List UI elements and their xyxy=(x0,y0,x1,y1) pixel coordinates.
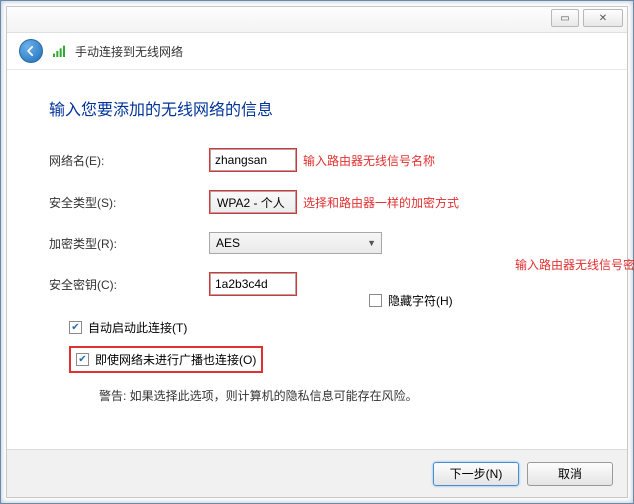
connect-hidden-checkbox[interactable]: ✔ xyxy=(76,353,89,366)
back-button[interactable] xyxy=(19,39,43,63)
label-network-name: 网络名(E): xyxy=(49,152,209,169)
warning-text: 警告: 如果选择此选项，则计算机的隐私信息可能存在风险。 xyxy=(99,387,585,404)
encryption-type-value: AES xyxy=(216,236,240,250)
wifi-icon xyxy=(51,43,67,59)
label-encryption-type: 加密类型(R): xyxy=(49,235,209,252)
highlight-security-key xyxy=(209,272,297,296)
security-type-select[interactable]: WPA2 - 个人 xyxy=(210,191,296,213)
label-security-type: 安全类型(S): xyxy=(49,194,209,211)
highlight-security-type: WPA2 - 个人 xyxy=(209,190,297,214)
dialog-window: ▭ ✕ 手动连接到无线网络 输入您要添加的无线网络的信息 网络名(E): 输入路… xyxy=(6,6,628,498)
auto-start-checkbox[interactable]: ✔ xyxy=(69,321,82,334)
cancel-button[interactable]: 取消 xyxy=(527,462,613,486)
footer: 下一步(N) 取消 xyxy=(7,449,627,497)
close-button[interactable]: ✕ xyxy=(583,9,623,27)
highlight-network-name xyxy=(209,148,297,172)
header-title: 手动连接到无线网络 xyxy=(75,43,183,60)
label-auto-start: 自动启动此连接(T) xyxy=(88,319,187,336)
row-connect-hidden: ✔ 即使网络未进行广播也连接(O) xyxy=(69,346,263,373)
annotation-security-type: 选择和路由器一样的加密方式 xyxy=(303,194,459,211)
arrow-left-icon xyxy=(24,44,38,58)
label-connect-hidden: 即使网络未进行广播也连接(O) xyxy=(95,351,256,368)
annotation-security-key: 输入路由器无线信号密码 xyxy=(515,256,634,273)
titlebar: ▭ ✕ xyxy=(7,7,627,33)
next-button[interactable]: 下一步(N) xyxy=(433,462,519,486)
annotation-network-name: 输入路由器无线信号名称 xyxy=(303,152,435,169)
minimize-button[interactable]: ▭ xyxy=(551,9,579,27)
options-block: ✔ 自动启动此连接(T) ✔ 即使网络未进行广播也连接(O) 警告: 如果选择此… xyxy=(69,319,585,404)
page-title: 输入您要添加的无线网络的信息 xyxy=(49,96,585,120)
content-area: 输入您要添加的无线网络的信息 网络名(E): 输入路由器无线信号名称 安全类型(… xyxy=(7,70,627,449)
security-type-value: WPA2 - 个人 xyxy=(217,194,285,211)
row-encryption-type: 加密类型(R): AES ▼ xyxy=(49,232,585,254)
network-name-input[interactable] xyxy=(210,149,296,171)
chevron-down-icon: ▼ xyxy=(367,238,376,248)
row-network-name: 网络名(E): 输入路由器无线信号名称 xyxy=(49,148,585,172)
label-security-key: 安全密钥(C): xyxy=(49,276,209,293)
header: 手动连接到无线网络 xyxy=(7,33,627,70)
row-auto-start: ✔ 自动启动此连接(T) xyxy=(69,319,187,336)
encryption-type-select[interactable]: AES ▼ xyxy=(209,232,382,254)
security-key-input[interactable] xyxy=(210,273,296,295)
row-security-type: 安全类型(S): WPA2 - 个人 选择和路由器一样的加密方式 xyxy=(49,190,585,214)
row-security-key: 安全密钥(C): 输入路由器无线信号密码 xyxy=(49,272,585,296)
